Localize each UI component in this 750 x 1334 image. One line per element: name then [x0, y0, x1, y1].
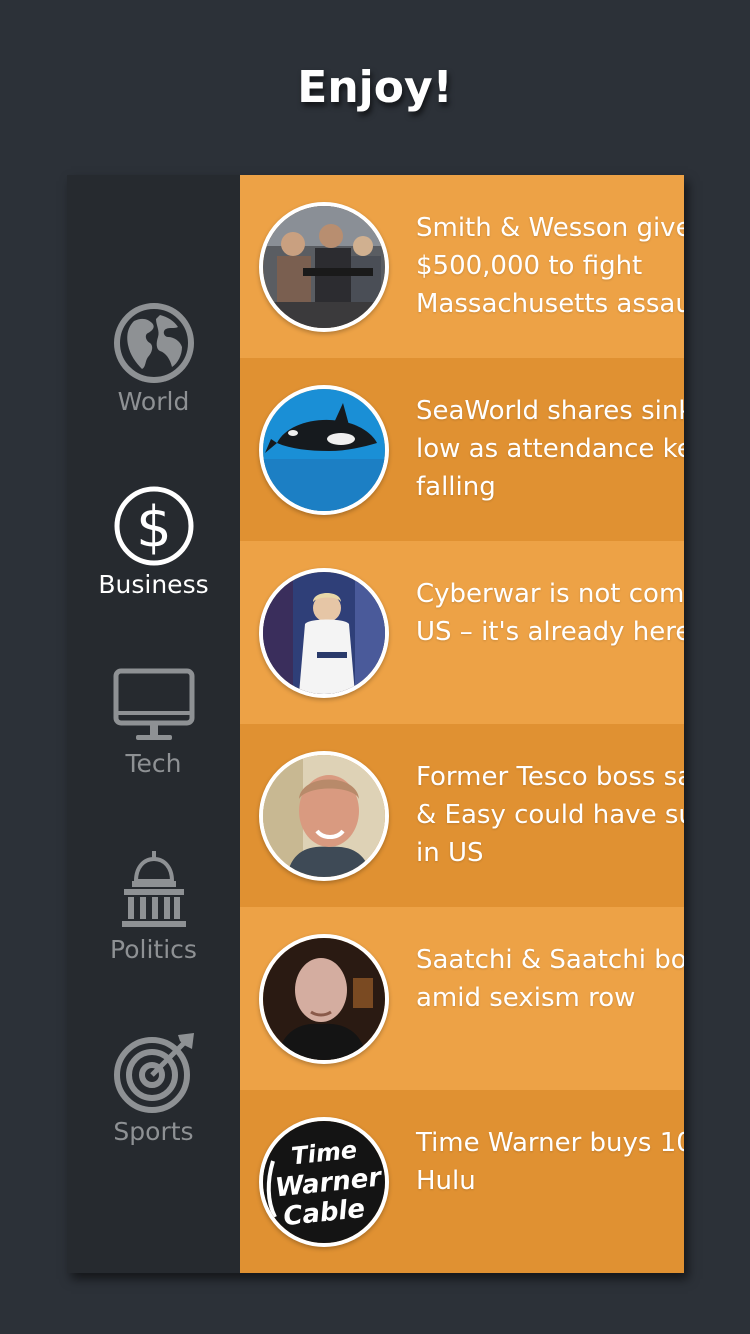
sidebar-item-label: Sports: [113, 1117, 194, 1146]
page-title: Enjoy!: [297, 62, 453, 113]
article-headline: SeaWorld shares sink to low as attendanc…: [416, 396, 684, 502]
dollar-icon: $: [114, 486, 193, 566]
crowd-photo: [263, 206, 385, 328]
article-item[interactable]: Saatchi & Saatchi boss quits amid sexism…: [240, 907, 684, 1090]
target-icon: [113, 1033, 194, 1113]
article-thumbnail: Time Warner Cable: [259, 1117, 389, 1247]
article-thumbnail: [259, 385, 389, 515]
article-item[interactable]: SeaWorld shares sink to low as attendanc…: [240, 358, 684, 541]
orca-photo: [263, 389, 385, 511]
article-item[interactable]: Smith & Wesson gives $500,000 to fight M…: [240, 175, 684, 358]
sidebar-item-label: Tech: [125, 749, 182, 778]
capitol-icon: [121, 851, 186, 927]
article-headline: Cyberwar is not coming to US – it's alre…: [416, 579, 684, 647]
sidebar-item-label: Business: [98, 570, 209, 599]
article-item[interactable]: Cyberwar is not coming to US – it's alre…: [240, 541, 684, 724]
article-feed: Smith & Wesson gives $500,000 to fight M…: [240, 175, 684, 1273]
article-thumbnail: [259, 202, 389, 332]
portrait-photo: [263, 755, 385, 877]
article-item[interactable]: Time Warner Cable Time Warner buys 10% o…: [240, 1090, 684, 1273]
category-sidebar: World $ Business Tech Politics Sports: [67, 175, 240, 1273]
sidebar-item-label: Politics: [110, 935, 197, 964]
article-headline: Time Warner buys 10% of Hulu: [416, 1128, 684, 1196]
article-headline: Smith & Wesson gives $500,000 to fight M…: [416, 213, 684, 319]
speaker-photo: [263, 572, 385, 694]
monitor-icon: [113, 668, 194, 740]
sidebar-item-sports[interactable]: Sports: [67, 1031, 240, 1146]
globe-icon: [113, 303, 194, 383]
article-thumbnail: [259, 751, 389, 881]
sidebar-item-business[interactable]: $ Business: [67, 484, 240, 599]
article-item[interactable]: Former Tesco boss says & Easy could have…: [240, 724, 684, 907]
app-screen: World $ Business Tech Politics Sports Sm…: [67, 175, 684, 1273]
bald-man-photo: [263, 938, 385, 1060]
sidebar-item-world[interactable]: World: [67, 301, 240, 416]
sidebar-item-tech[interactable]: Tech: [67, 667, 240, 778]
sidebar-item-label: World: [117, 387, 190, 416]
svg-text:$: $: [136, 495, 172, 560]
article-thumbnail: [259, 568, 389, 698]
sidebar-item-politics[interactable]: Politics: [67, 849, 240, 964]
article-thumbnail: [259, 934, 389, 1064]
time-warner-cable-logo: Time Warner Cable: [263, 1121, 385, 1243]
article-headline: Former Tesco boss says & Easy could have…: [416, 762, 684, 868]
article-headline: Saatchi & Saatchi boss quits amid sexism…: [416, 945, 684, 1013]
